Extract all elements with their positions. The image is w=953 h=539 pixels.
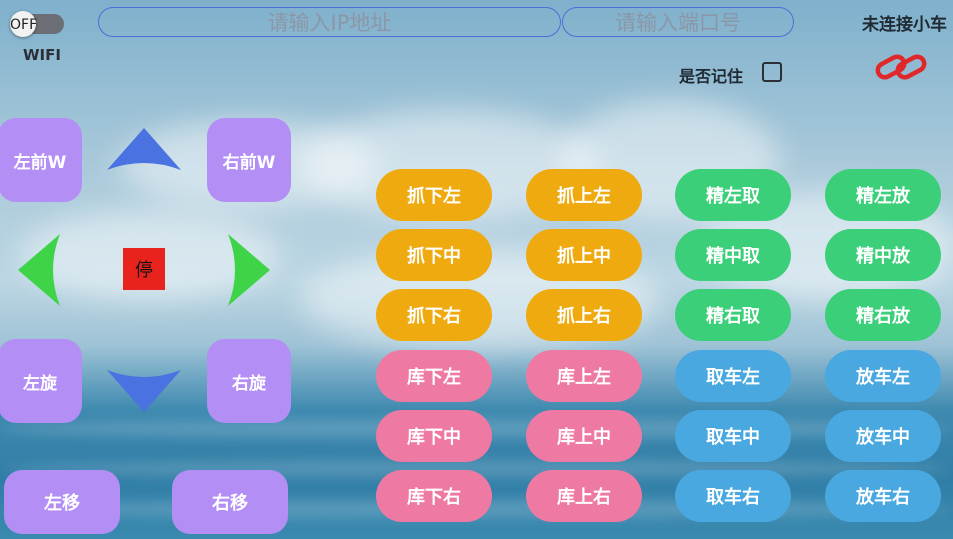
link-icon[interactable] [874, 50, 928, 84]
store-lower-middle-button[interactable]: 库下中 [376, 410, 492, 462]
fine-middle-take-button[interactable]: 精中取 [675, 229, 791, 281]
fine-middle-place-button[interactable]: 精中放 [825, 229, 941, 281]
button-label: 库上中 [557, 427, 611, 448]
ip-address-input[interactable]: 请输入IP地址 [98, 7, 561, 37]
store-upper-middle-button[interactable]: 库上中 [526, 410, 642, 462]
take-car-right-button[interactable]: 取车右 [675, 470, 791, 522]
port-input[interactable]: 请输入端口号 [562, 7, 794, 37]
ip-address-placeholder: 请输入IP地址 [267, 11, 392, 35]
button-label: 抓下右 [407, 306, 461, 327]
stop-label: 停 [135, 260, 153, 281]
button-label: 抓上左 [557, 186, 611, 207]
button-label: 放车左 [856, 367, 910, 388]
wifi-label: WIFI [23, 46, 61, 64]
button-label: 库下左 [407, 367, 461, 388]
fine-right-place-button[interactable]: 精右放 [825, 289, 941, 341]
rotate-left-label: 左旋 [23, 373, 57, 394]
button-label: 放车右 [856, 487, 910, 508]
button-label: 放车中 [856, 427, 910, 448]
front-right-button[interactable]: 右前W [207, 118, 291, 202]
fine-right-take-button[interactable]: 精右取 [675, 289, 791, 341]
stop-button[interactable]: 停 [123, 248, 165, 290]
remember-label: 是否记住 [679, 67, 744, 86]
store-upper-left-button[interactable]: 库上左 [526, 350, 642, 402]
place-car-middle-button[interactable]: 放车中 [825, 410, 941, 462]
move-right-label: 右移 [212, 493, 248, 514]
button-label: 精中放 [856, 246, 910, 267]
place-car-right-button[interactable]: 放车右 [825, 470, 941, 522]
grab-lower-middle-button[interactable]: 抓下中 [376, 229, 492, 281]
button-label: 精中取 [706, 246, 760, 267]
move-left-button[interactable]: 左移 [4, 470, 120, 534]
place-car-left-button[interactable]: 放车左 [825, 350, 941, 402]
take-car-left-button[interactable]: 取车左 [675, 350, 791, 402]
button-label: 库下右 [407, 487, 461, 508]
button-label: 精右取 [706, 306, 760, 327]
button-label: 精左取 [706, 186, 760, 207]
button-label: 取车中 [706, 427, 760, 448]
store-upper-right-button[interactable]: 库上右 [526, 470, 642, 522]
button-label: 抓下中 [407, 246, 461, 267]
front-left-label: 左前W [13, 152, 67, 173]
button-label: 库上左 [557, 367, 611, 388]
button-label: 库下中 [407, 427, 461, 448]
button-label: 取车左 [706, 367, 760, 388]
grab-lower-left-button[interactable]: 抓下左 [376, 169, 492, 221]
arrow-left-icon[interactable] [16, 232, 62, 308]
button-label: 精右放 [856, 306, 910, 327]
wifi-toggle[interactable]: OFF [10, 11, 64, 37]
button-label: 抓上右 [557, 306, 611, 327]
take-car-middle-button[interactable]: 取车中 [675, 410, 791, 462]
port-placeholder: 请输入端口号 [615, 11, 741, 35]
button-label: 取车右 [706, 487, 760, 508]
store-lower-right-button[interactable]: 库下右 [376, 470, 492, 522]
remember-checkbox[interactable] [762, 62, 782, 82]
button-label: 精左放 [856, 186, 910, 207]
rotate-right-button[interactable]: 右旋 [207, 339, 291, 423]
grab-lower-right-button[interactable]: 抓下右 [376, 289, 492, 341]
rotate-right-label: 右旋 [232, 373, 266, 394]
front-left-button[interactable]: 左前W [0, 118, 82, 202]
fine-left-place-button[interactable]: 精左放 [825, 169, 941, 221]
button-label: 抓下左 [407, 186, 461, 207]
grab-upper-left-button[interactable]: 抓上左 [526, 169, 642, 221]
arrow-up-icon[interactable] [105, 126, 183, 172]
rotate-left-button[interactable]: 左旋 [0, 339, 82, 423]
move-right-button[interactable]: 右移 [172, 470, 288, 534]
store-lower-left-button[interactable]: 库下左 [376, 350, 492, 402]
button-label: 库上右 [557, 487, 611, 508]
front-right-label: 右前W [222, 152, 276, 173]
grab-upper-right-button[interactable]: 抓上右 [526, 289, 642, 341]
fine-left-take-button[interactable]: 精左取 [675, 169, 791, 221]
arrow-right-icon[interactable] [226, 232, 272, 308]
button-label: 抓上中 [557, 246, 611, 267]
wifi-toggle-state: OFF [10, 17, 38, 33]
arrow-down-icon[interactable] [105, 368, 183, 414]
grab-upper-middle-button[interactable]: 抓上中 [526, 229, 642, 281]
connection-status: 未连接小车 [862, 15, 947, 35]
move-left-label: 左移 [44, 493, 80, 514]
